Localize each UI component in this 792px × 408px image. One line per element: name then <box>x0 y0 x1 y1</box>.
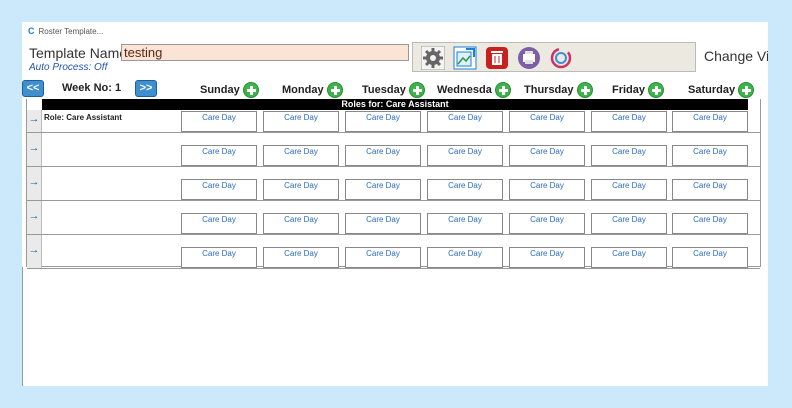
print-icon <box>518 46 540 69</box>
shift-cell[interactable]: Care Day <box>345 247 421 268</box>
row-arrow-icon[interactable]: → <box>27 167 42 200</box>
shift-cell[interactable]: Care Day <box>672 145 748 166</box>
shift-cell[interactable]: Care Day <box>181 111 257 132</box>
template-name-label: Template Name: <box>29 45 131 61</box>
settings-button[interactable] <box>419 44 447 71</box>
gear-icon <box>421 45 445 70</box>
shift-cell[interactable]: Care Day <box>591 247 667 268</box>
divider <box>22 267 23 386</box>
window-title: Roster Template... <box>38 26 104 36</box>
day-header-sunday: Sunday <box>200 82 259 98</box>
shift-cell[interactable]: Care Day <box>509 179 585 200</box>
delete-icon <box>486 46 508 69</box>
shift-cell[interactable]: Care Day <box>181 213 257 234</box>
table-row: → Care Day Care Day Care Day Care Day Care Da… <box>27 201 760 235</box>
table-row: → Care Day Care Day Care Day Care Day Care Da… <box>27 235 760 269</box>
app-logo-icon: C <box>28 26 35 36</box>
shift-cell[interactable]: Care Day <box>345 179 421 200</box>
shift-cell[interactable]: Care Day <box>263 145 339 166</box>
shift-cell[interactable]: Care Day <box>427 247 503 268</box>
shift-cell[interactable]: Care Day <box>509 213 585 234</box>
export-button[interactable] <box>451 44 479 71</box>
roster-template-window: C Roster Template... Template Name: test… <box>22 22 768 386</box>
shift-cell[interactable]: Care Day <box>672 111 748 132</box>
table-row: → Care Day Care Day Care Day Care Day Care Da… <box>27 167 760 201</box>
shift-cell[interactable]: Care Day <box>672 213 748 234</box>
auto-process-status: Auto Process: Off <box>29 62 108 73</box>
week-number-label: Week No: 1 <box>62 82 122 94</box>
window-title-bar: C Roster Template... <box>28 26 103 36</box>
row-arrow-icon[interactable]: → <box>27 110 42 132</box>
shift-cell[interactable]: Care Day <box>263 111 339 132</box>
shift-cell[interactable]: Care Day <box>345 213 421 234</box>
shift-cell[interactable]: Care Day <box>591 111 667 132</box>
add-sunday-plus-icon[interactable] <box>242 82 259 98</box>
shift-cell[interactable]: Care Day <box>427 111 503 132</box>
print-button[interactable] <box>515 44 543 71</box>
shift-cell[interactable]: Care Day <box>672 247 748 268</box>
row-arrow-icon[interactable]: → <box>27 133 42 166</box>
week-header-row: << Week No: 1 >> Sunday Monday Tuesday W… <box>22 79 768 99</box>
shift-cell[interactable]: Care Day <box>181 145 257 166</box>
shift-cell[interactable]: Care Day <box>427 213 503 234</box>
add-saturday-plus-icon[interactable] <box>738 82 755 98</box>
table-row: → Care Day Care Day Care Day Care Day Care Da… <box>27 133 760 167</box>
prev-week-button[interactable]: << <box>22 80 44 97</box>
add-monday-plus-icon[interactable] <box>326 82 343 98</box>
shift-cell[interactable]: Care Day <box>263 213 339 234</box>
shift-cell[interactable]: Care Day <box>427 179 503 200</box>
add-wednesday-plus-icon[interactable] <box>494 82 511 98</box>
shift-cell[interactable]: Care Day <box>591 213 667 234</box>
export-icon <box>453 46 477 69</box>
day-header-thursday: Thursday <box>524 82 593 98</box>
template-name-input[interactable]: testing <box>121 44 409 61</box>
add-thursday-plus-icon[interactable] <box>576 82 593 98</box>
row-arrow-icon[interactable]: → <box>27 201 42 234</box>
role-label: Role: Care Assistant <box>44 113 122 122</box>
day-header-friday: Friday <box>612 82 665 98</box>
toolbar <box>412 42 696 72</box>
shift-cell[interactable]: Care Day <box>181 247 257 268</box>
shift-cell[interactable]: Care Day <box>509 111 585 132</box>
shift-cell[interactable]: Care Day <box>263 179 339 200</box>
table-row: → Role: Care Assistant Care Day Care Day Car… <box>27 99 760 133</box>
refresh-button[interactable] <box>547 44 575 71</box>
row-arrow-icon[interactable]: → <box>27 235 42 268</box>
shift-cell[interactable]: Care Day <box>263 247 339 268</box>
shift-cell[interactable]: Care Day <box>345 145 421 166</box>
shift-cell[interactable]: Care Day <box>427 145 503 166</box>
shift-cell[interactable]: Care Day <box>672 179 748 200</box>
day-header-monday: Monday <box>282 82 343 98</box>
shift-cell[interactable]: Care Day <box>345 111 421 132</box>
shift-cell[interactable]: Care Day <box>591 179 667 200</box>
roster-grid: Roles for: Care Assistant → Role: Care As… <box>26 99 761 269</box>
add-friday-plus-icon[interactable] <box>648 82 665 98</box>
shift-cell[interactable]: Care Day <box>181 179 257 200</box>
day-header-tuesday: Tuesday <box>362 82 425 98</box>
add-tuesday-plus-icon[interactable] <box>408 82 425 98</box>
day-header-saturday: Saturday <box>688 82 755 98</box>
day-header-wednesday: Wednesda <box>437 82 511 98</box>
refresh-icon <box>550 47 572 68</box>
delete-button[interactable] <box>483 44 511 71</box>
shift-cell[interactable]: Care Day <box>509 247 585 268</box>
shift-cell[interactable]: Care Day <box>509 145 585 166</box>
shift-cell[interactable]: Care Day <box>591 145 667 166</box>
change-view-button[interactable]: Change Vie <box>704 48 768 64</box>
next-week-button[interactable]: >> <box>135 80 157 97</box>
